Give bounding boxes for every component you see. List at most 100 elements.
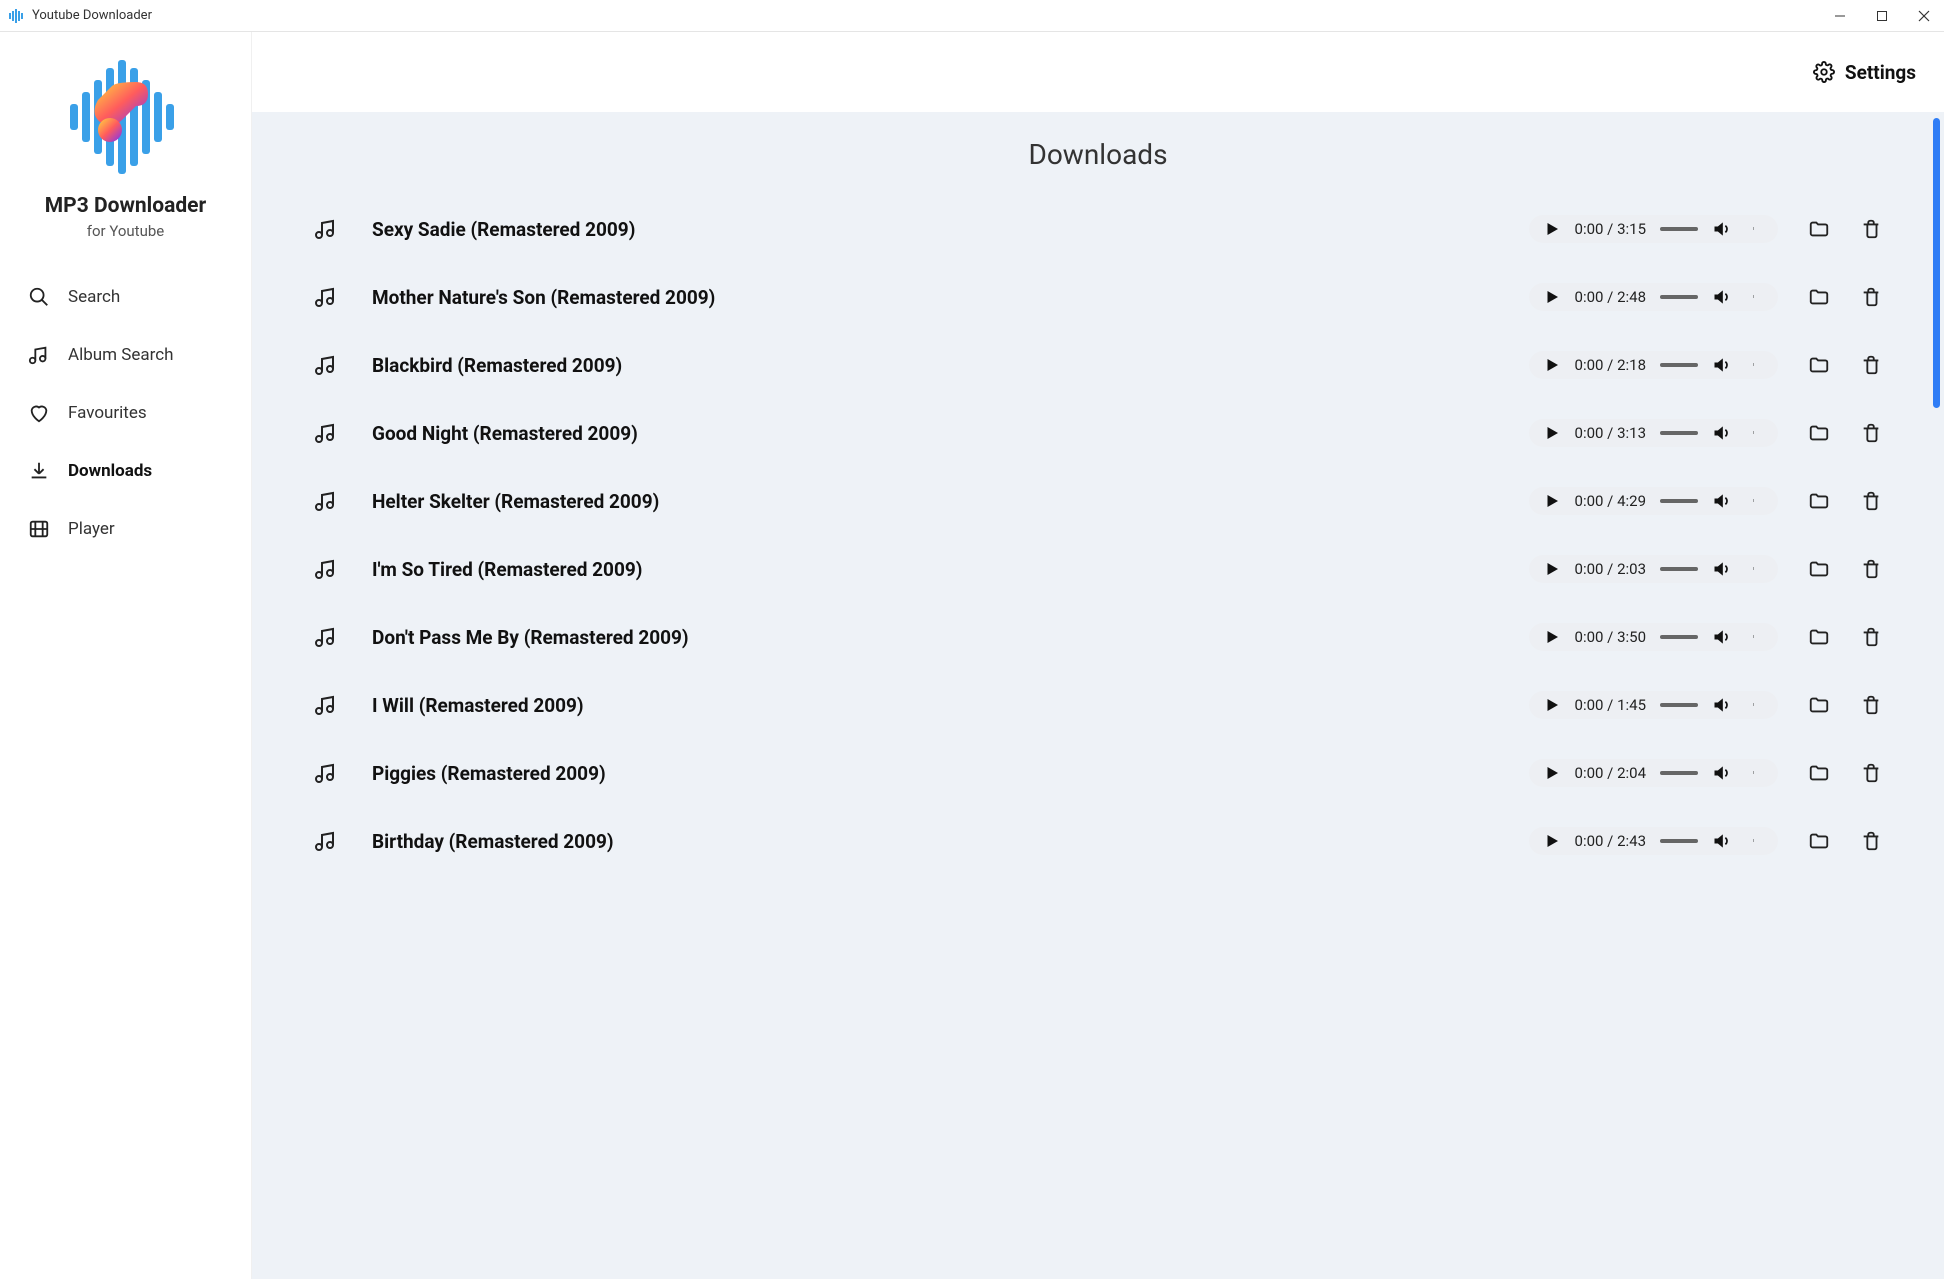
play-button[interactable] bbox=[1543, 832, 1561, 850]
more-icon[interactable] bbox=[1746, 492, 1764, 510]
more-icon[interactable] bbox=[1746, 560, 1764, 578]
play-button[interactable] bbox=[1543, 560, 1561, 578]
window-titlebar: Youtube Downloader bbox=[0, 0, 1944, 32]
progress-bar[interactable] bbox=[1660, 567, 1698, 571]
delete-button[interactable] bbox=[1860, 694, 1882, 716]
more-icon[interactable] bbox=[1746, 356, 1764, 374]
more-icon[interactable] bbox=[1746, 424, 1764, 442]
time-display: 0:00 / 3:50 bbox=[1575, 628, 1646, 646]
open-folder-button[interactable] bbox=[1808, 286, 1830, 308]
window-close-button[interactable] bbox=[1912, 4, 1936, 28]
main: Settings Downloads Sexy Sadie (Remastere… bbox=[252, 32, 1944, 1279]
sidebar-item-label: Downloads bbox=[68, 461, 152, 481]
sidebar-item-label: Search bbox=[68, 287, 120, 307]
progress-bar[interactable] bbox=[1660, 635, 1698, 639]
progress-bar[interactable] bbox=[1660, 839, 1698, 843]
music-icon bbox=[314, 625, 338, 649]
progress-bar[interactable] bbox=[1660, 295, 1698, 299]
open-folder-button[interactable] bbox=[1808, 626, 1830, 648]
sidebar-item-label: Album Search bbox=[68, 345, 174, 365]
sidebar-item-player[interactable]: Player bbox=[18, 500, 233, 558]
play-button[interactable] bbox=[1543, 220, 1561, 238]
download-row: Blackbird (Remastered 2009) 0:00 / 2:18 bbox=[300, 331, 1896, 399]
more-icon[interactable] bbox=[1746, 628, 1764, 646]
volume-icon[interactable] bbox=[1712, 559, 1732, 579]
nav: Search Album Search Favourites Downloads Pla… bbox=[0, 268, 251, 558]
volume-icon[interactable] bbox=[1712, 355, 1732, 375]
open-folder-button[interactable] bbox=[1808, 490, 1830, 512]
open-folder-button[interactable] bbox=[1808, 354, 1830, 376]
audio-player: 0:00 / 1:45 bbox=[1529, 691, 1778, 719]
volume-icon[interactable] bbox=[1712, 491, 1732, 511]
music-icon bbox=[314, 829, 338, 853]
window-minimize-button[interactable] bbox=[1828, 4, 1852, 28]
play-button[interactable] bbox=[1543, 356, 1561, 374]
progress-bar[interactable] bbox=[1660, 499, 1698, 503]
sidebar-item-downloads[interactable]: Downloads bbox=[18, 442, 233, 500]
film-icon bbox=[28, 518, 50, 540]
delete-button[interactable] bbox=[1860, 558, 1882, 580]
play-button[interactable] bbox=[1543, 492, 1561, 510]
play-button[interactable] bbox=[1543, 288, 1561, 306]
play-button[interactable] bbox=[1543, 424, 1561, 442]
open-folder-button[interactable] bbox=[1808, 762, 1830, 784]
volume-icon[interactable] bbox=[1712, 287, 1732, 307]
open-folder-button[interactable] bbox=[1808, 694, 1830, 716]
delete-button[interactable] bbox=[1860, 626, 1882, 648]
play-button[interactable] bbox=[1543, 696, 1561, 714]
more-icon[interactable] bbox=[1746, 696, 1764, 714]
more-icon[interactable] bbox=[1746, 288, 1764, 306]
track-title: Good Night (Remastered 2009) bbox=[372, 422, 1529, 445]
scrollbar-thumb[interactable] bbox=[1933, 118, 1940, 408]
progress-bar[interactable] bbox=[1660, 363, 1698, 367]
open-folder-button[interactable] bbox=[1808, 558, 1830, 580]
delete-button[interactable] bbox=[1860, 762, 1882, 784]
music-icon bbox=[314, 693, 338, 717]
delete-button[interactable] bbox=[1860, 286, 1882, 308]
more-icon[interactable] bbox=[1746, 832, 1764, 850]
topbar: Settings bbox=[252, 32, 1944, 112]
progress-bar[interactable] bbox=[1660, 431, 1698, 435]
download-row: I Will (Remastered 2009) 0:00 / 1:45 bbox=[300, 671, 1896, 739]
delete-button[interactable] bbox=[1860, 422, 1882, 444]
delete-button[interactable] bbox=[1860, 490, 1882, 512]
open-folder-button[interactable] bbox=[1808, 422, 1830, 444]
delete-button[interactable] bbox=[1860, 218, 1882, 240]
audio-player: 0:00 / 2:18 bbox=[1529, 351, 1778, 379]
open-folder-button[interactable] bbox=[1808, 830, 1830, 852]
track-title: Helter Skelter (Remastered 2009) bbox=[372, 490, 1529, 513]
progress-bar[interactable] bbox=[1660, 703, 1698, 707]
volume-icon[interactable] bbox=[1712, 831, 1732, 851]
progress-bar[interactable] bbox=[1660, 771, 1698, 775]
download-row: Mother Nature's Son (Remastered 2009) 0:… bbox=[300, 263, 1896, 331]
download-row: Helter Skelter (Remastered 2009) 0:00 / … bbox=[300, 467, 1896, 535]
download-row: I'm So Tired (Remastered 2009) 0:00 / 2:… bbox=[300, 535, 1896, 603]
settings-label: Settings bbox=[1845, 61, 1916, 84]
download-row: Birthday (Remastered 2009) 0:00 / 2:43 bbox=[300, 807, 1896, 875]
volume-icon[interactable] bbox=[1712, 763, 1732, 783]
sidebar-item-album-search[interactable]: Album Search bbox=[18, 326, 233, 384]
app-icon bbox=[8, 8, 24, 24]
open-folder-button[interactable] bbox=[1808, 218, 1830, 240]
track-title: Blackbird (Remastered 2009) bbox=[372, 354, 1529, 377]
audio-player: 0:00 / 3:13 bbox=[1529, 419, 1778, 447]
volume-icon[interactable] bbox=[1712, 423, 1732, 443]
progress-bar[interactable] bbox=[1660, 227, 1698, 231]
sidebar-item-search[interactable]: Search bbox=[18, 268, 233, 326]
sidebar-item-label: Player bbox=[68, 519, 115, 539]
window-maximize-button[interactable] bbox=[1870, 4, 1894, 28]
track-title: Piggies (Remastered 2009) bbox=[372, 762, 1529, 785]
more-icon[interactable] bbox=[1746, 220, 1764, 238]
volume-icon[interactable] bbox=[1712, 627, 1732, 647]
volume-icon[interactable] bbox=[1712, 695, 1732, 715]
sidebar-item-favourites[interactable]: Favourites bbox=[18, 384, 233, 442]
delete-button[interactable] bbox=[1860, 830, 1882, 852]
settings-button[interactable]: Settings bbox=[1813, 61, 1916, 84]
play-button[interactable] bbox=[1543, 628, 1561, 646]
delete-button[interactable] bbox=[1860, 354, 1882, 376]
audio-player: 0:00 / 2:48 bbox=[1529, 283, 1778, 311]
track-title: I Will (Remastered 2009) bbox=[372, 694, 1529, 717]
more-icon[interactable] bbox=[1746, 764, 1764, 782]
play-button[interactable] bbox=[1543, 764, 1561, 782]
volume-icon[interactable] bbox=[1712, 219, 1732, 239]
